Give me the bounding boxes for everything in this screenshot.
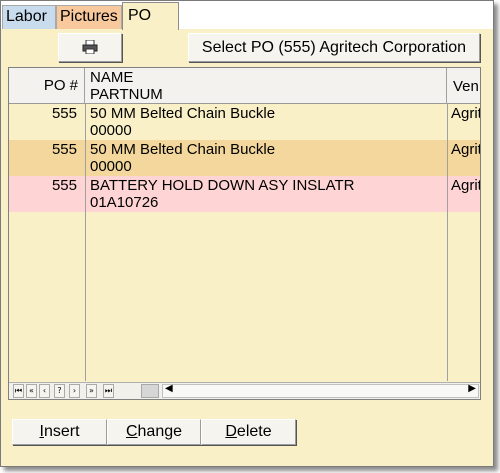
cell-vendor: Agrit <box>451 141 481 158</box>
delete-accelerator: D <box>225 423 237 440</box>
cell-name: 50 MM Belted Chain Buckle 00000 <box>90 104 445 139</box>
grid-navigation-bar: ⏮ « ‹ ? › » ⏭ ◀ ▶ <box>9 382 480 399</box>
next-record-icon[interactable]: › <box>69 384 80 398</box>
table-row[interactable]: 555 50 MM Belted Chain Buckle 00000 Agri… <box>9 104 480 140</box>
column-header-partnum-label: PARTNUM <box>90 86 163 103</box>
delete-button[interactable]: Delete <box>201 419 296 445</box>
column-header-vendor[interactable]: Ven <box>447 68 480 104</box>
column-header-po[interactable]: PO # <box>9 68 85 104</box>
cell-po: 555 <box>51 141 77 158</box>
horizontal-scrollbar[interactable]: ◀ ▶ <box>162 383 479 398</box>
grid-header: PO # NAME PARTNUM Ven <box>9 68 480 104</box>
cell-name: BATTERY HOLD DOWN ASY INSLATR 01A10726 <box>90 176 445 211</box>
page-forward-icon[interactable]: » <box>86 384 97 398</box>
tab-labor[interactable]: Labor <box>2 5 56 29</box>
cell-name-text: 50 MM Belted Chain Buckle <box>90 141 276 158</box>
column-header-name[interactable]: NAME PARTNUM <box>85 68 447 104</box>
cell-partnum-text: 00000 <box>90 122 132 139</box>
cell-po: 555 <box>51 105 77 122</box>
cell-name-text: 50 MM Belted Chain Buckle <box>90 105 276 122</box>
table-row[interactable]: 555 50 MM Belted Chain Buckle 00000 Agri… <box>9 140 480 176</box>
cell-vendor: Agrit <box>451 177 481 194</box>
scrollbar-thumb[interactable] <box>141 384 159 398</box>
tab-strip: Labor Pictures PO <box>1 1 493 30</box>
select-po-button[interactable]: Select PO (555) Agritech Corporation <box>188 33 480 62</box>
po-panel: Labor Pictures PO Select PO (555) Agrite… <box>0 0 494 467</box>
cell-partnum-text: 00000 <box>90 158 132 175</box>
cell-po: 555 <box>51 177 77 194</box>
change-accelerator: C <box>125 423 138 440</box>
column-divider <box>85 104 86 381</box>
change-button[interactable]: Change <box>107 419 201 445</box>
cell-vendor: Agrit <box>451 105 481 122</box>
cell-name-text: BATTERY HOLD DOWN ASY INSLATR <box>90 177 355 194</box>
printer-icon <box>82 39 98 55</box>
tab-pictures[interactable]: Pictures <box>56 5 122 29</box>
tab-po[interactable]: PO <box>122 2 179 30</box>
first-record-icon[interactable]: ⏮ <box>13 384 24 398</box>
page-back-icon[interactable]: « <box>26 384 37 398</box>
table-row[interactable]: 555 BATTERY HOLD DOWN ASY INSLATR 01A107… <box>9 176 480 212</box>
print-button[interactable] <box>58 33 122 62</box>
delete-label: elete <box>236 423 272 440</box>
previous-record-icon[interactable]: ‹ <box>39 384 50 398</box>
cell-partnum-text: 01A10726 <box>90 194 159 211</box>
cell-name: 50 MM Belted Chain Buckle 00000 <box>90 140 445 175</box>
insert-label: nsert <box>43 423 80 440</box>
column-header-name-label: NAME <box>90 69 134 86</box>
scroll-left-icon[interactable]: ◀ <box>165 383 173 394</box>
insert-button[interactable]: Insert <box>12 419 107 445</box>
change-label: hange <box>137 423 183 440</box>
scroll-right-icon[interactable]: ▶ <box>468 383 476 394</box>
column-divider <box>447 104 448 381</box>
last-record-icon[interactable]: ⏭ <box>103 384 114 398</box>
po-grid: PO # NAME PARTNUM Ven 555 50 MM Belted C… <box>8 67 481 400</box>
help-icon[interactable]: ? <box>54 384 65 398</box>
